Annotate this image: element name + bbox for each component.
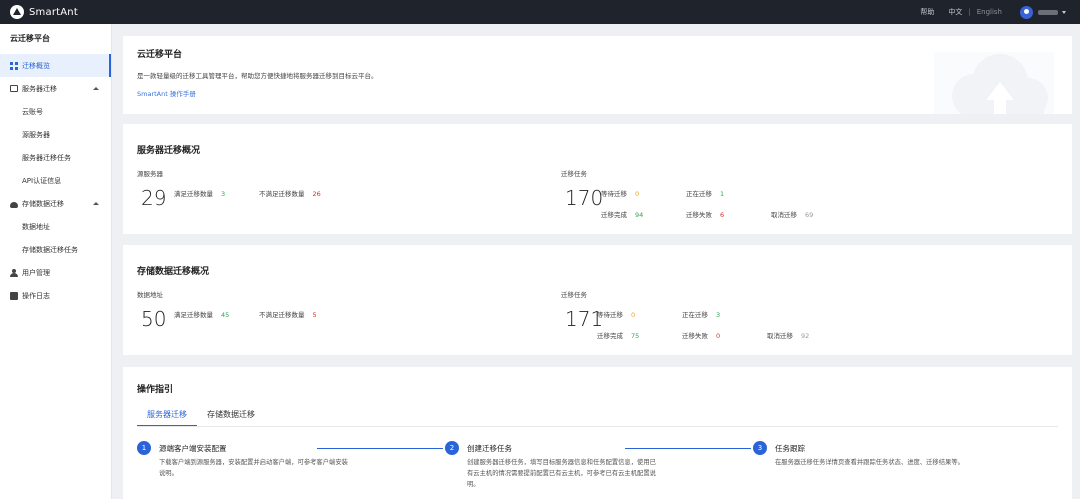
sidebar-item-label: API认证信息 xyxy=(22,176,62,185)
log-icon xyxy=(10,291,18,300)
step-description: 在服务器迁移任务详情页查看并跟踪任务状态、进度、迁移结果等。 xyxy=(775,459,964,466)
lang-zh-link[interactable]: 中文 xyxy=(948,7,962,17)
step-description: 创建服务器迁移任务，填写目标服务器信息和任务配置信息，使用已有云主机的情况需要提… xyxy=(467,459,656,488)
sidebar-item-cloud-account[interactable]: 云账号 xyxy=(0,100,111,123)
lang-separator: | xyxy=(968,8,971,16)
tab-divider xyxy=(137,426,1058,427)
step-number: 1 xyxy=(137,441,151,455)
storage-overview-title: 存储数据迁移概况 xyxy=(137,267,210,277)
sidebar-item-storage-migration-task[interactable]: 存储数据迁移任务 xyxy=(0,238,111,261)
top-right-menu: 帮助 中文 | English xyxy=(920,0,1066,24)
top-bar: SmartAnt 帮助 中文 | English xyxy=(0,0,1080,24)
smartant-logo-icon xyxy=(10,5,24,19)
waiting-migration-stat: 等待迁移 0 xyxy=(597,311,636,319)
sidebar-item-source-server[interactable]: 源服务器 xyxy=(0,123,111,146)
sidebar-item-label: 云账号 xyxy=(22,107,43,116)
user-manual-link[interactable]: SmartAnt 操作手册 xyxy=(137,88,196,98)
completed-migration-stat: 迁移完成 75 xyxy=(597,332,640,340)
sidebar-item-server-migration-task[interactable]: 服务器迁移任务 xyxy=(0,146,111,169)
guide-title: 操作指引 xyxy=(137,385,174,395)
storage-migration-overview-card: 存储数据迁移概况 数据地址 50 满足迁移数量 45 不满足迁移数量 5 迁移任务 … xyxy=(123,245,1072,355)
running-migration-stat: 正在迁移 3 xyxy=(682,311,721,319)
sidebar-item-user-management[interactable]: 用户管理 xyxy=(0,261,111,284)
migration-task-label: 迁移任务 xyxy=(561,170,587,178)
sidebar-item-data-address[interactable]: 数据地址 xyxy=(0,215,111,238)
user-menu-chevron-down-icon[interactable] xyxy=(1062,10,1066,14)
meet-migration-stat: 满足迁移数量 45 xyxy=(174,311,230,319)
meet-migration-stat: 满足迁移数量 3 xyxy=(174,190,226,198)
source-server-label: 源服务器 xyxy=(137,170,163,178)
user-name-masked[interactable] xyxy=(1038,9,1058,15)
server-icon xyxy=(10,85,18,92)
sidebar-item-server-migration[interactable]: 服务器迁移 xyxy=(0,77,111,100)
cloud-icon xyxy=(10,201,18,208)
lang-en-link[interactable]: English xyxy=(977,8,1002,16)
server-overview-title: 服务器迁移概况 xyxy=(137,146,201,156)
step-title: 源端客户端安装配置 xyxy=(159,444,227,453)
tab-storage-migration[interactable]: 存储数据迁移 xyxy=(197,405,265,427)
step-title: 任务跟踪 xyxy=(775,444,805,453)
intro-title: 云迁移平台 xyxy=(137,50,183,60)
sidebar-item-label: 服务器迁移任务 xyxy=(22,153,71,162)
waiting-migration-stat: 等待迁移 0 xyxy=(601,190,640,198)
help-link[interactable]: 帮助 xyxy=(920,7,934,17)
cloud-upload-illustration-icon xyxy=(934,52,1054,114)
cancelled-migration-stat: 取消迁移 92 xyxy=(767,332,810,340)
brand-logo[interactable]: SmartAnt xyxy=(10,5,78,19)
sidebar-item-operation-log[interactable]: 操作日志 xyxy=(0,284,111,307)
sidebar-item-overview[interactable]: 迁移概览 xyxy=(0,54,111,77)
sidebar-item-label: 数据地址 xyxy=(22,222,50,231)
step-description: 下载客户端到源服务器，安装配置并启动客户端，可参考客户端安装说明。 xyxy=(159,459,348,477)
running-migration-stat: 正在迁移 1 xyxy=(686,190,725,198)
step-number: 2 xyxy=(445,441,459,455)
sidebar-item-label: 源服务器 xyxy=(22,130,50,139)
sidebar-item-label: 服务器迁移 xyxy=(22,84,57,93)
data-address-label: 数据地址 xyxy=(137,291,163,299)
server-migration-overview-card: 服务器迁移概况 源服务器 29 满足迁移数量 3 不满足迁移数量 26 迁移任务 1… xyxy=(123,124,1072,234)
sidebar-item-label: 用户管理 xyxy=(22,268,50,277)
sidebar-item-label: 存储数据迁移 xyxy=(22,199,64,208)
completed-migration-stat: 迁移完成 94 xyxy=(601,211,644,219)
cancelled-migration-stat: 取消迁移 69 xyxy=(771,211,814,219)
brand-name: SmartAnt xyxy=(29,6,78,18)
tab-server-migration[interactable]: 服务器迁移 xyxy=(137,405,197,427)
intro-card: 云迁移平台 是一款轻量级的迁移工具管理平台，帮助您方便快捷地将服务器迁移到目标云… xyxy=(123,36,1072,114)
operation-guide-card: 操作指引 服务器迁移 存储数据迁移 1 源端客户端安装配置 下载客户端到源服务器… xyxy=(123,367,1072,499)
source-server-total[interactable]: 29 xyxy=(141,186,166,210)
sidebar: 云迁移平台 迁移概览 服务器迁移 云账号 源服务器 服务器迁移任务 API认证信… xyxy=(0,24,112,499)
guide-tabs: 服务器迁移 存储数据迁移 xyxy=(137,405,265,427)
failed-migration-stat: 迁移失败 6 xyxy=(686,211,725,219)
migration-task-total[interactable]: 170 xyxy=(565,186,603,210)
sidebar-title: 云迁移平台 xyxy=(10,34,50,43)
step-number: 3 xyxy=(753,441,767,455)
not-meet-migration-stat: 不满足迁移数量 5 xyxy=(259,311,317,319)
not-meet-migration-stat: 不满足迁移数量 26 xyxy=(259,190,321,198)
intro-description: 是一款轻量级的迁移工具管理平台，帮助您方便快捷地将服务器迁移到目标云平台。 xyxy=(137,72,378,80)
step-title: 创建迁移任务 xyxy=(467,444,512,453)
user-avatar[interactable] xyxy=(1020,5,1033,19)
chevron-up-icon xyxy=(93,202,99,205)
user-icon xyxy=(10,268,18,277)
step-connector xyxy=(625,448,751,449)
sidebar-item-storage-migration[interactable]: 存储数据迁移 xyxy=(0,192,111,215)
sidebar-item-api-auth[interactable]: API认证信息 xyxy=(0,169,111,192)
grid-icon xyxy=(10,61,18,70)
chevron-up-icon xyxy=(93,87,99,90)
data-address-total[interactable]: 50 xyxy=(141,307,166,331)
sidebar-item-label: 存储数据迁移任务 xyxy=(22,245,78,254)
failed-migration-stat: 迁移失败 0 xyxy=(682,332,721,340)
sidebar-item-label: 操作日志 xyxy=(22,291,50,300)
step-connector xyxy=(317,448,443,449)
migration-task-label: 迁移任务 xyxy=(561,291,587,299)
sidebar-item-label: 迁移概览 xyxy=(22,61,50,70)
